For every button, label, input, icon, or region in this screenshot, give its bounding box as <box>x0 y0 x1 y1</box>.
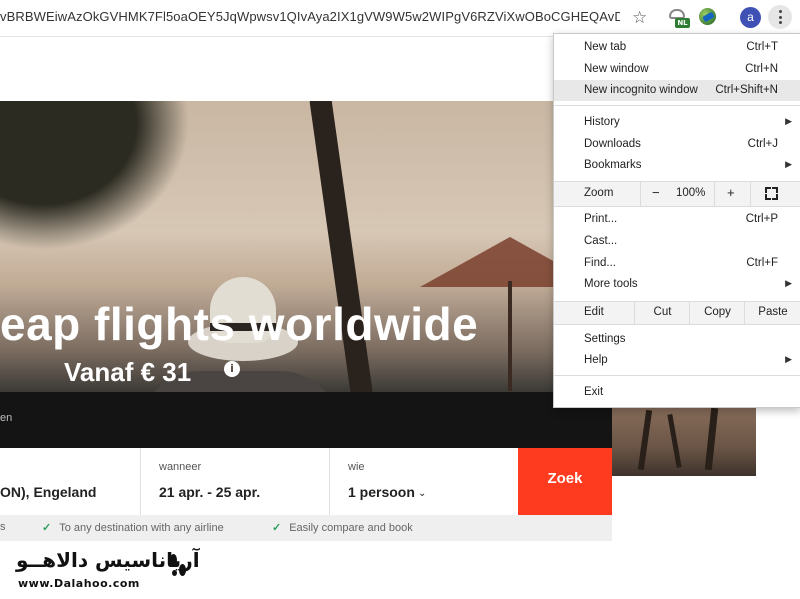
travelers-label: wie <box>348 461 365 473</box>
menu-item-settings[interactable]: Settings <box>554 329 800 350</box>
menu-item-history[interactable]: History ▶ <box>554 112 800 133</box>
browser-toolbar: vBRBWEiwAzOkGVHMK7Fl5oaOEY5JqWpwsv1QIvAy… <box>0 0 800 37</box>
travelers-field[interactable]: wie 1 persoon ⌄ <box>330 448 518 515</box>
menu-item-bookmarks[interactable]: Bookmarks ▶ <box>554 155 800 176</box>
bookmark-star-icon[interactable]: ☆ <box>632 8 647 28</box>
copy-button[interactable]: Copy <box>689 302 745 324</box>
edit-row: Edit Cut Copy Paste <box>554 301 800 325</box>
menu-item-print[interactable]: Print... Ctrl+P <box>554 209 800 230</box>
submenu-arrow-icon: ▶ <box>785 159 792 169</box>
reflection <box>667 413 682 469</box>
zoom-in-button[interactable]: + <box>714 182 751 206</box>
search-button[interactable]: Zoek <box>518 448 612 515</box>
side-photo <box>612 404 756 476</box>
paste-button[interactable]: Paste <box>744 302 800 324</box>
submenu-arrow-icon: ▶ <box>785 278 792 288</box>
watermark-logo: آریاناسیس دالاهــو www.Dalahoo.com <box>10 548 200 594</box>
chrome-main-menu: New tab Ctrl+T New window Ctrl+N New inc… <box>553 33 800 408</box>
menu-item-new-incognito-window[interactable]: New incognito window Ctrl+Shift+N <box>554 80 800 101</box>
chevron-down-icon: ⌄ <box>418 488 427 499</box>
menu-item-more-tools[interactable]: More tools ▶ <box>554 274 800 295</box>
submenu-arrow-icon: ▶ <box>785 354 792 364</box>
zoom-out-button[interactable]: − <box>640 182 677 206</box>
info-icon[interactable]: i <box>224 361 240 377</box>
chrome-menu-button[interactable] <box>768 5 792 29</box>
extension-badge: NL <box>675 18 690 28</box>
menu-item-help[interactable]: Help ▶ <box>554 350 800 371</box>
zoom-row: Zoom − 100% + <box>554 181 800 207</box>
menu-item-new-tab[interactable]: New tab Ctrl+T <box>554 37 800 58</box>
date-value: 21 apr. - 25 apr. <box>159 484 261 500</box>
date-field[interactable]: wanneer 21 apr. - 25 apr. <box>141 448 330 515</box>
menu-item-cast[interactable]: Cast... <box>554 231 800 252</box>
footprints-icon <box>170 552 188 582</box>
menu-item-downloads[interactable]: Downloads Ctrl+J <box>554 134 800 155</box>
benefit-item: ✓ Easily compare and book <box>272 522 413 534</box>
edit-label: Edit <box>584 306 604 318</box>
flight-search-form: ON), Engeland wanneer 21 apr. - 25 apr. … <box>0 448 612 516</box>
menu-separator <box>554 375 800 376</box>
submenu-arrow-icon: ▶ <box>785 116 792 126</box>
tab-strip: en <box>0 392 612 448</box>
globe-extension-icon[interactable] <box>699 8 716 25</box>
umbrella-pole <box>508 281 512 391</box>
destination-field[interactable]: ON), Engeland <box>0 448 141 515</box>
tab-strip-text[interactable]: en <box>0 412 12 424</box>
check-icon: ✓ <box>272 522 282 534</box>
kebab-dot <box>778 15 782 19</box>
menu-item-new-window[interactable]: New window Ctrl+N <box>554 59 800 80</box>
profile-avatar[interactable]: a <box>740 7 761 28</box>
check-icon: ✓ <box>42 522 52 534</box>
palm-leaves <box>0 101 190 251</box>
reflection <box>637 409 653 471</box>
menu-item-exit[interactable]: Exit <box>554 382 800 403</box>
menu-separator <box>554 105 800 106</box>
fullscreen-icon <box>765 187 778 200</box>
translate-nl-extension-icon[interactable]: NL <box>668 7 690 28</box>
cut-button[interactable]: Cut <box>634 302 690 324</box>
zoom-level: 100% <box>676 187 706 199</box>
benefit-item: s <box>0 521 6 533</box>
watermark-url: www.Dalahoo.com <box>18 577 140 590</box>
fullscreen-button[interactable] <box>750 182 800 206</box>
menu-item-find[interactable]: Find... Ctrl+F <box>554 253 800 274</box>
travelers-value: 1 persoon <box>348 484 415 500</box>
date-label: wanneer <box>159 461 202 473</box>
benefits-bar: s ✓ To any destination with any airline ✓… <box>0 515 612 541</box>
benefit-item: ✓ To any destination with any airline <box>42 522 224 534</box>
zoom-label: Zoom <box>584 187 614 199</box>
destination-value: ON), Engeland <box>0 484 97 500</box>
hero-banner: eap flights worldwide Vanaf € 31 i <box>0 101 612 392</box>
hero-price: Vanaf € 31 <box>64 357 192 387</box>
address-bar-url[interactable]: vBRBWEiwAzOkGVHMK7Fl5oaOEY5JqWpwsv1QIvAy… <box>0 9 620 24</box>
hero-headline: eap flights worldwide <box>0 298 479 350</box>
reflection <box>704 407 719 471</box>
kebab-dot <box>778 21 782 24</box>
kebab-dot <box>778 10 782 13</box>
